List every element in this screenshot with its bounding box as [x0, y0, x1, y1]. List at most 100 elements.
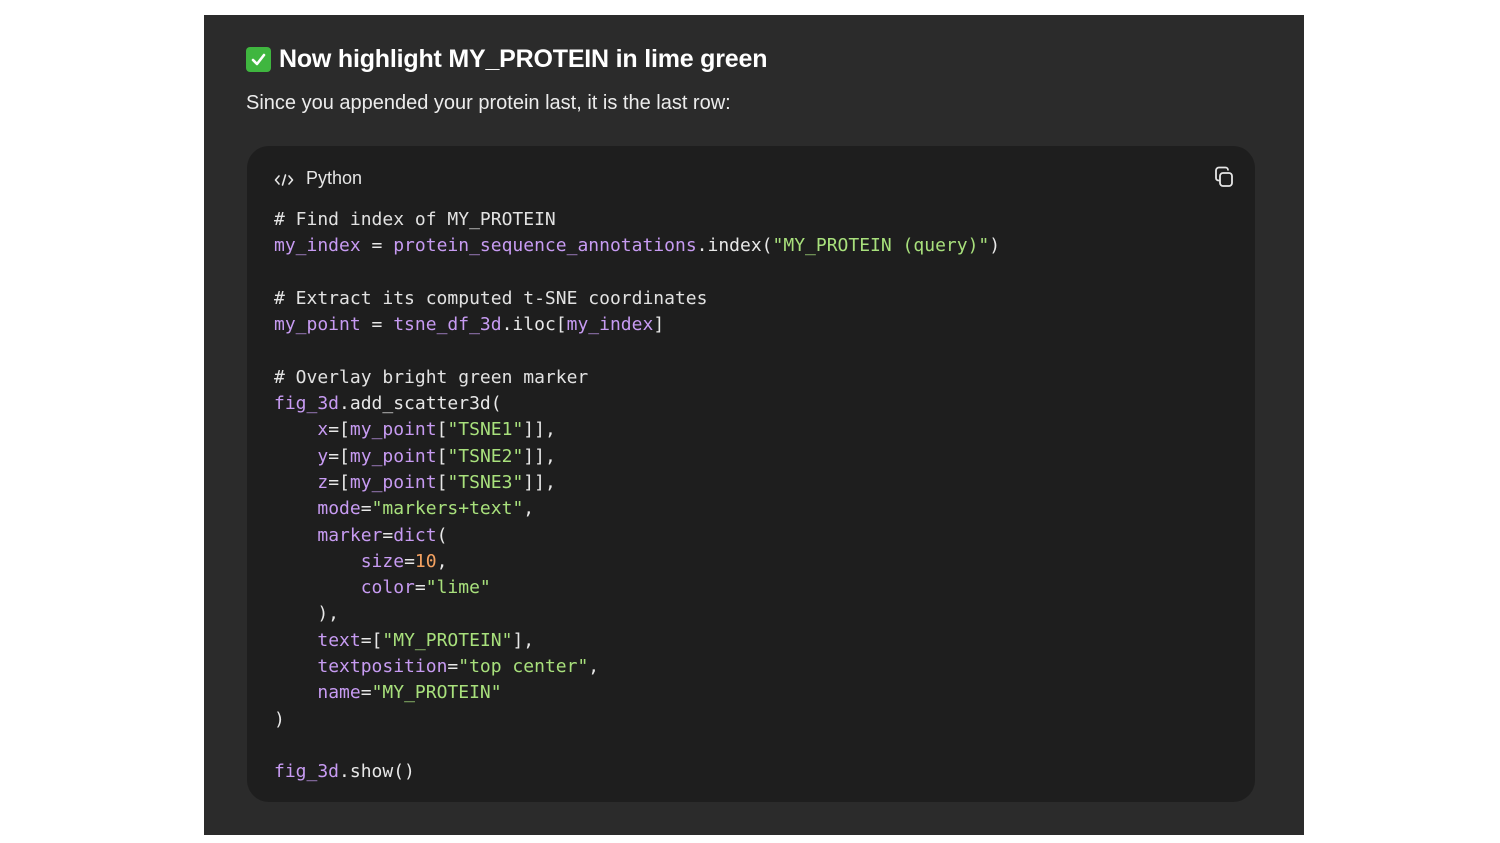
code-language-label: Python — [306, 167, 363, 188]
code-line: # Overlay bright green marker — [274, 365, 1000, 391]
code-token: "lime" — [425, 577, 491, 599]
code-token: = — [404, 550, 415, 572]
code-token: "TSNE1" — [447, 419, 524, 441]
code-token: x — [317, 419, 329, 441]
code-token: "MY_PROTEIN" — [382, 629, 513, 651]
code-token: =[ — [328, 471, 350, 493]
code-token: my_index — [274, 235, 361, 257]
code-token: ]], — [523, 419, 556, 441]
code-token: y — [317, 445, 329, 467]
code-token: protein_sequence_annotations — [393, 235, 697, 257]
code-token: my_point — [274, 314, 361, 336]
code-token: = — [360, 235, 394, 257]
code-token: "TSNE3" — [447, 471, 524, 493]
code-token: = — [382, 524, 394, 546]
code-token: ( — [436, 524, 448, 546]
code-token: , — [588, 656, 600, 678]
code-token: "MY_PROTEIN" — [371, 682, 502, 704]
code-token: .iloc[ — [501, 314, 567, 336]
code-token: 10 — [414, 550, 437, 572]
code-token: [ — [436, 419, 448, 441]
code-line: x=[my_point["TSNE1"]], — [274, 417, 1000, 443]
code-token: ) — [274, 708, 285, 730]
code-token: .index( — [696, 235, 773, 257]
copy-code-button[interactable] — [1211, 164, 1237, 190]
code-token: ]], — [523, 445, 556, 467]
code-line: ​ — [274, 733, 1000, 759]
code-token: text — [317, 629, 361, 651]
code-token: tsne_df_3d — [393, 314, 502, 336]
code-token: =[ — [360, 629, 383, 651]
code-token: dict — [393, 524, 437, 546]
code-line: size=10, — [274, 549, 1000, 575]
code-token: =[ — [328, 419, 350, 441]
code-token: =[ — [328, 445, 350, 467]
code-token: my_index — [566, 314, 654, 336]
code-line: ) — [274, 707, 1000, 733]
code-line: ), — [274, 601, 1000, 627]
code-token: , — [523, 498, 535, 520]
code-line: name="MY_PROTEIN" — [274, 680, 1000, 706]
code-block: Python # Find index of MY_PROTEIN my_inde… — [247, 146, 1255, 802]
code-line: ​ — [274, 338, 1000, 364]
code-token: my_point — [349, 471, 437, 493]
code-line: color="lime" — [274, 575, 1000, 601]
code-token: = — [447, 656, 459, 678]
chat-message-panel: Now highlight MY_PROTEIN in lime green S… — [204, 15, 1304, 835]
code-token: fig_3d — [274, 393, 340, 415]
code-token: my_point — [349, 445, 437, 467]
message-subtitle: Since you appended your protein last, it… — [246, 92, 731, 114]
code-token: = — [360, 682, 372, 704]
code-token: = — [360, 314, 394, 336]
code-line: my_point = tsne_df_3d.iloc[my_index] — [274, 312, 1000, 338]
code-token: z — [317, 471, 329, 493]
code-token: [ — [436, 471, 448, 493]
code-token: .show() — [339, 761, 415, 783]
code-token: "MY_PROTEIN (query)" — [772, 235, 990, 257]
code-token: "markers+text" — [371, 498, 524, 520]
code-brackets-icon — [274, 171, 294, 186]
code-line: fig_3d.show() — [274, 759, 1000, 785]
code-token: mode — [317, 498, 361, 520]
code-token: ]], — [523, 471, 556, 493]
code-block-header: Python — [274, 166, 362, 190]
copy-icon — [1215, 166, 1233, 187]
code-token: color — [360, 577, 415, 599]
code-line: marker=dict( — [274, 523, 1000, 549]
code-line: # Extract its computed t-SNE coordinates — [274, 286, 1000, 312]
code-token: ] — [653, 314, 665, 336]
code-token: "TSNE2" — [447, 445, 524, 467]
code-line: z=[my_point["TSNE3"]], — [274, 470, 1000, 496]
code-line: mode="markers+text", — [274, 496, 1000, 522]
check-mark-icon — [246, 46, 271, 72]
code-token: ), — [274, 603, 340, 625]
code-token: ], — [512, 629, 535, 651]
code-token: # Extract its computed t-SNE coordinates — [274, 287, 708, 309]
code-line: my_index = protein_sequence_annotations.… — [274, 233, 1000, 259]
code-line: text=["MY_PROTEIN"], — [274, 628, 1000, 654]
code-token: # Find index of MY_PROTEIN — [274, 209, 556, 230]
code-token: , — [436, 550, 448, 572]
code-token: "top center" — [458, 656, 589, 678]
code-token: size — [360, 550, 405, 572]
code-line: ​ — [274, 260, 1000, 286]
code-token: .add_scatter3d( — [339, 393, 502, 415]
code-token: # Overlay bright green marker — [274, 366, 589, 388]
code-token: textposition — [317, 656, 448, 678]
message-heading-text: Now highlight MY_PROTEIN in lime green — [279, 44, 768, 73]
code-token: [ — [436, 445, 448, 467]
code-token: = — [360, 498, 372, 520]
code-token: fig_3d — [274, 761, 340, 783]
code-token: marker — [317, 524, 383, 546]
code-token: my_point — [349, 419, 437, 441]
code-content[interactable]: # Find index of MY_PROTEIN my_index = pro… — [274, 207, 1000, 786]
